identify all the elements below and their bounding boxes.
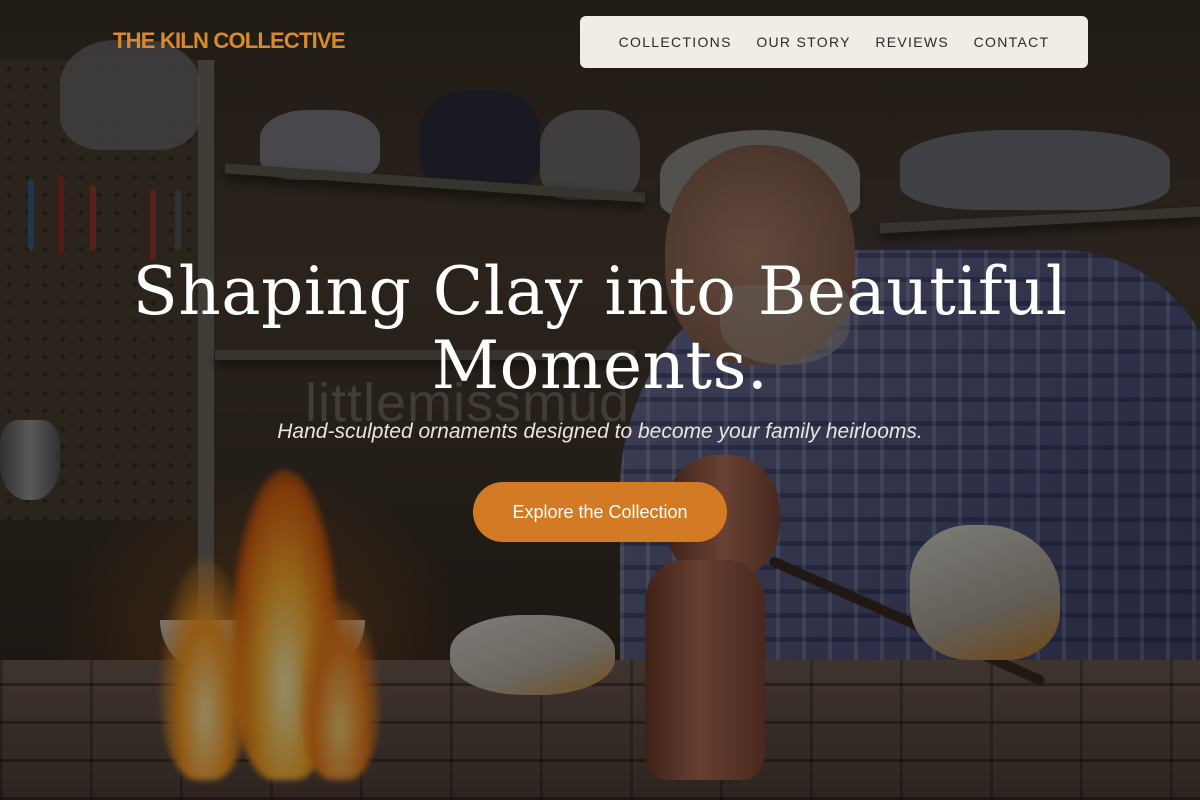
hero-subtitle: Hand-sculpted ornaments designed to beco… [277,420,923,443]
hero-section: THE KILN COLLECTIVE COLLECTIONS OUR STOR… [0,0,1200,800]
hero-title-line-1: Shaping Clay into Beautiful [132,253,1068,330]
nav-item-reviews[interactable]: REVIEWS [875,34,949,50]
nav-item-contact[interactable]: CONTACT [974,34,1050,50]
brand-logo[interactable]: THE KILN COLLECTIVE [113,28,346,54]
hero-title: Shaping Clay into Beautiful Moments. [0,255,1200,403]
hero-title-line-2: Moments. [431,327,769,404]
explore-collection-button[interactable]: Explore the Collection [473,482,727,542]
main-nav: COLLECTIONS OUR STORY REVIEWS CONTACT [580,16,1088,68]
nav-item-our-story[interactable]: OUR STORY [756,34,850,50]
nav-item-collections[interactable]: COLLECTIONS [619,34,732,50]
